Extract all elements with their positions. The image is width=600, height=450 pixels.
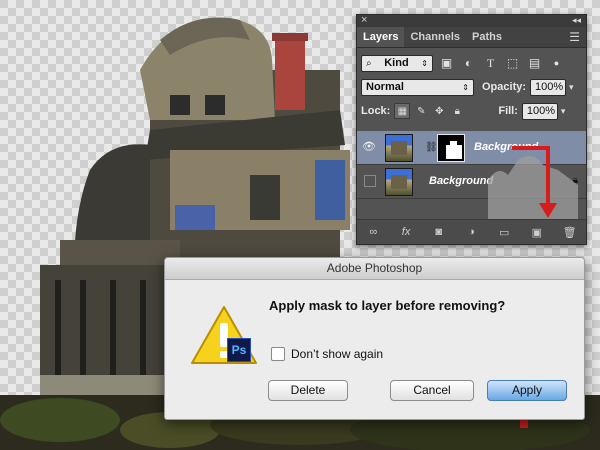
smartobject-filter-icon[interactable]: ▤ bbox=[526, 55, 543, 72]
fill-label: Fill: bbox=[498, 105, 518, 117]
layer-name[interactable]: Background bbox=[429, 175, 493, 187]
lock-all-icon[interactable]: 🔒︎ bbox=[450, 104, 464, 118]
folder-icon[interactable]: ▭ bbox=[494, 226, 514, 239]
layer-thumbnail bbox=[385, 134, 413, 162]
panel-tabs: Layers Channels Paths ☰ bbox=[357, 27, 586, 48]
drag-ghost-image bbox=[488, 156, 578, 220]
lock-row: Lock: ▦ ✎ ✥ 🔒︎ Fill: 100% ▾ bbox=[357, 99, 586, 123]
updown-icon: ⇕ bbox=[421, 58, 428, 68]
window-blue bbox=[315, 160, 345, 220]
panel-menu-icon[interactable]: ☰ bbox=[569, 27, 580, 47]
filter-row: ⌕ Kind ⇕ ▣ ◐ T ⬚ ▤ ● bbox=[357, 51, 586, 75]
fill-dropdown-icon[interactable]: ▾ bbox=[561, 106, 566, 117]
opacity-input[interactable]: 100% bbox=[530, 78, 567, 96]
fill-input[interactable]: 100% bbox=[521, 102, 558, 120]
opacity-dropdown-icon[interactable]: ▾ bbox=[569, 82, 574, 93]
delete-button[interactable]: Delete bbox=[268, 380, 348, 401]
shape-filter-icon[interactable]: ⬚ bbox=[504, 55, 521, 72]
add-mask-icon[interactable]: ◙ bbox=[429, 226, 449, 238]
cancel-button[interactable]: Cancel bbox=[390, 380, 474, 401]
opacity-value: 100% bbox=[535, 80, 564, 93]
layer-thumbnail bbox=[385, 168, 413, 196]
lock-transparent-icon[interactable]: ▦ bbox=[394, 103, 411, 119]
apply-button[interactable]: Apply bbox=[487, 380, 567, 401]
type-filter-icon[interactable]: T bbox=[482, 55, 499, 72]
opacity-label: Opacity: bbox=[482, 81, 527, 93]
mask-dialog: Adobe Photoshop Ps Apply mask to layer b… bbox=[164, 257, 585, 420]
lock-brush-icon[interactable]: ✎ bbox=[414, 104, 428, 118]
close-icon[interactable]: × bbox=[361, 14, 367, 26]
adjustment-icon[interactable]: ◑ bbox=[461, 226, 481, 238]
house-chimney bbox=[275, 35, 305, 110]
dont-show-again[interactable]: Don’t show again bbox=[271, 347, 383, 361]
image-filter-icon[interactable]: ▣ bbox=[438, 55, 455, 72]
blend-mode-value: Normal bbox=[366, 80, 404, 93]
eye-icon[interactable]: 👁︎ bbox=[362, 139, 376, 153]
tab-paths[interactable]: Paths bbox=[466, 27, 508, 47]
tab-layers[interactable]: Layers bbox=[357, 27, 405, 47]
filter-kind-select[interactable]: ⌕ Kind ⇕ bbox=[361, 54, 433, 72]
tab-channels[interactable]: Channels bbox=[404, 27, 466, 47]
layers-panel: × ◂◂ Layers Channels Paths ☰ ⌕ Kind ⇕ ▣ … bbox=[356, 14, 587, 245]
link-icon[interactable]: ∞ bbox=[363, 226, 383, 238]
panel-footer: ∞ fx ◙ ◑ ▭ ▣ 🗑︎ bbox=[357, 219, 586, 244]
blend-row: Normal ⇕ Opacity: 100% ▾ bbox=[357, 75, 586, 99]
filter-toggle-icon[interactable]: ● bbox=[548, 55, 565, 72]
fill-value: 100% bbox=[526, 104, 556, 117]
dialog-message: Apply mask to layer before removing? bbox=[269, 298, 506, 313]
lock-label: Lock: bbox=[361, 105, 391, 117]
dont-show-checkbox[interactable] bbox=[271, 347, 285, 361]
search-icon: ⌕ bbox=[366, 57, 372, 69]
link-chain-icon[interactable]: ⛓︎ bbox=[425, 142, 438, 153]
panel-titlebar: × ◂◂ bbox=[357, 14, 586, 27]
layer-mask-thumbnail[interactable] bbox=[437, 134, 465, 162]
collapse-icon[interactable]: ◂◂ bbox=[572, 14, 581, 26]
new-layer-icon[interactable]: ▣ bbox=[527, 226, 547, 239]
visibility-toggle[interactable] bbox=[364, 175, 376, 187]
lock-move-icon[interactable]: ✥ bbox=[432, 104, 446, 118]
trash-icon[interactable]: 🗑︎ bbox=[560, 226, 580, 239]
updown-icon: ⇕ bbox=[462, 82, 469, 92]
filter-kind-label: Kind bbox=[384, 56, 409, 69]
dont-show-label[interactable]: Don’t show again bbox=[291, 347, 383, 361]
fx-icon[interactable]: fx bbox=[396, 226, 416, 238]
dialog-title: Adobe Photoshop bbox=[165, 258, 584, 280]
blend-mode-select[interactable]: Normal ⇕ bbox=[361, 78, 474, 96]
photoshop-badge-icon: Ps bbox=[227, 338, 251, 362]
adjustment-filter-icon[interactable]: ◐ bbox=[460, 55, 477, 72]
